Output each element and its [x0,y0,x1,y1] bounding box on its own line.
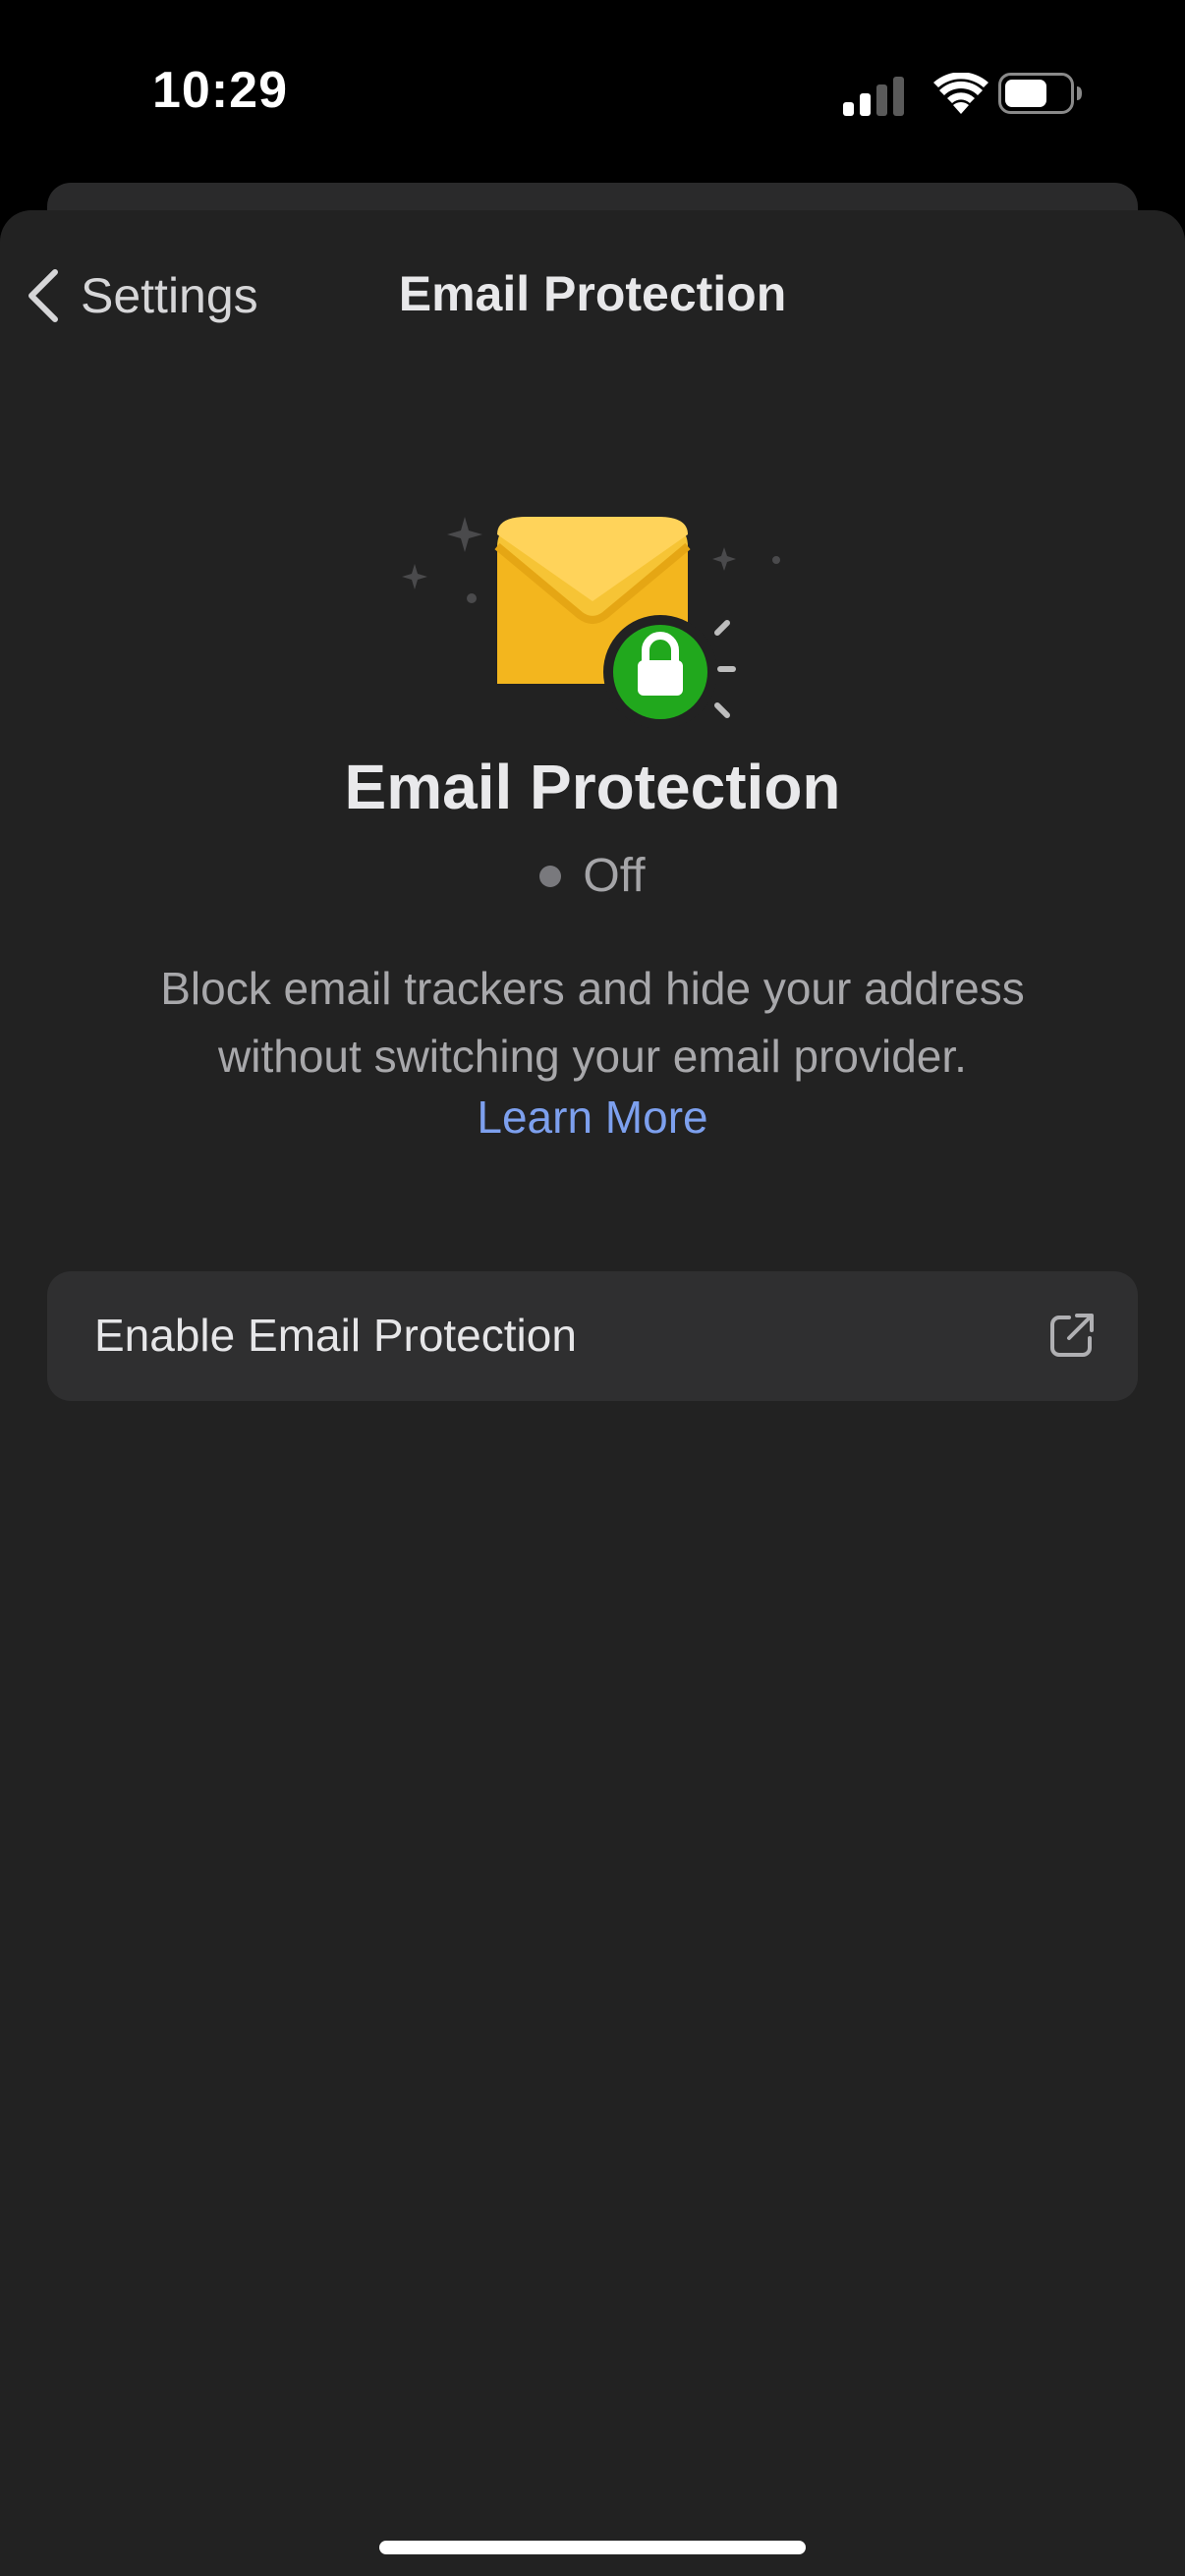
description-text: Block email trackers and hide your addre… [160,963,1025,1082]
hero-title: Email Protection [344,752,841,822]
status-text: Off [583,850,646,902]
signal-icon [843,77,904,116]
home-indicator[interactable] [379,2541,806,2554]
envelope-lock-icon [402,517,780,729]
status-bar: 10:29 [0,0,1185,187]
status-dot [539,865,562,887]
wifi-icon [933,73,988,114]
external-link-icon [1050,1314,1094,1357]
enable-email-protection-label: Enable Email Protection [94,1310,577,1361]
learn-more-link[interactable]: Learn More [0,1091,1185,1144]
navigation-bar: Settings Email Protection [0,210,1185,379]
status-indicator: Off [0,849,1185,903]
page-title: Email Protection [398,266,787,321]
email-protection-sheet: Settings Email Protection Email Protecti… [0,210,1185,2576]
status-time: 10:29 [152,62,288,119]
battery-icon [998,73,1082,114]
enable-email-protection-button[interactable]: Enable Email Protection [47,1271,1138,1401]
